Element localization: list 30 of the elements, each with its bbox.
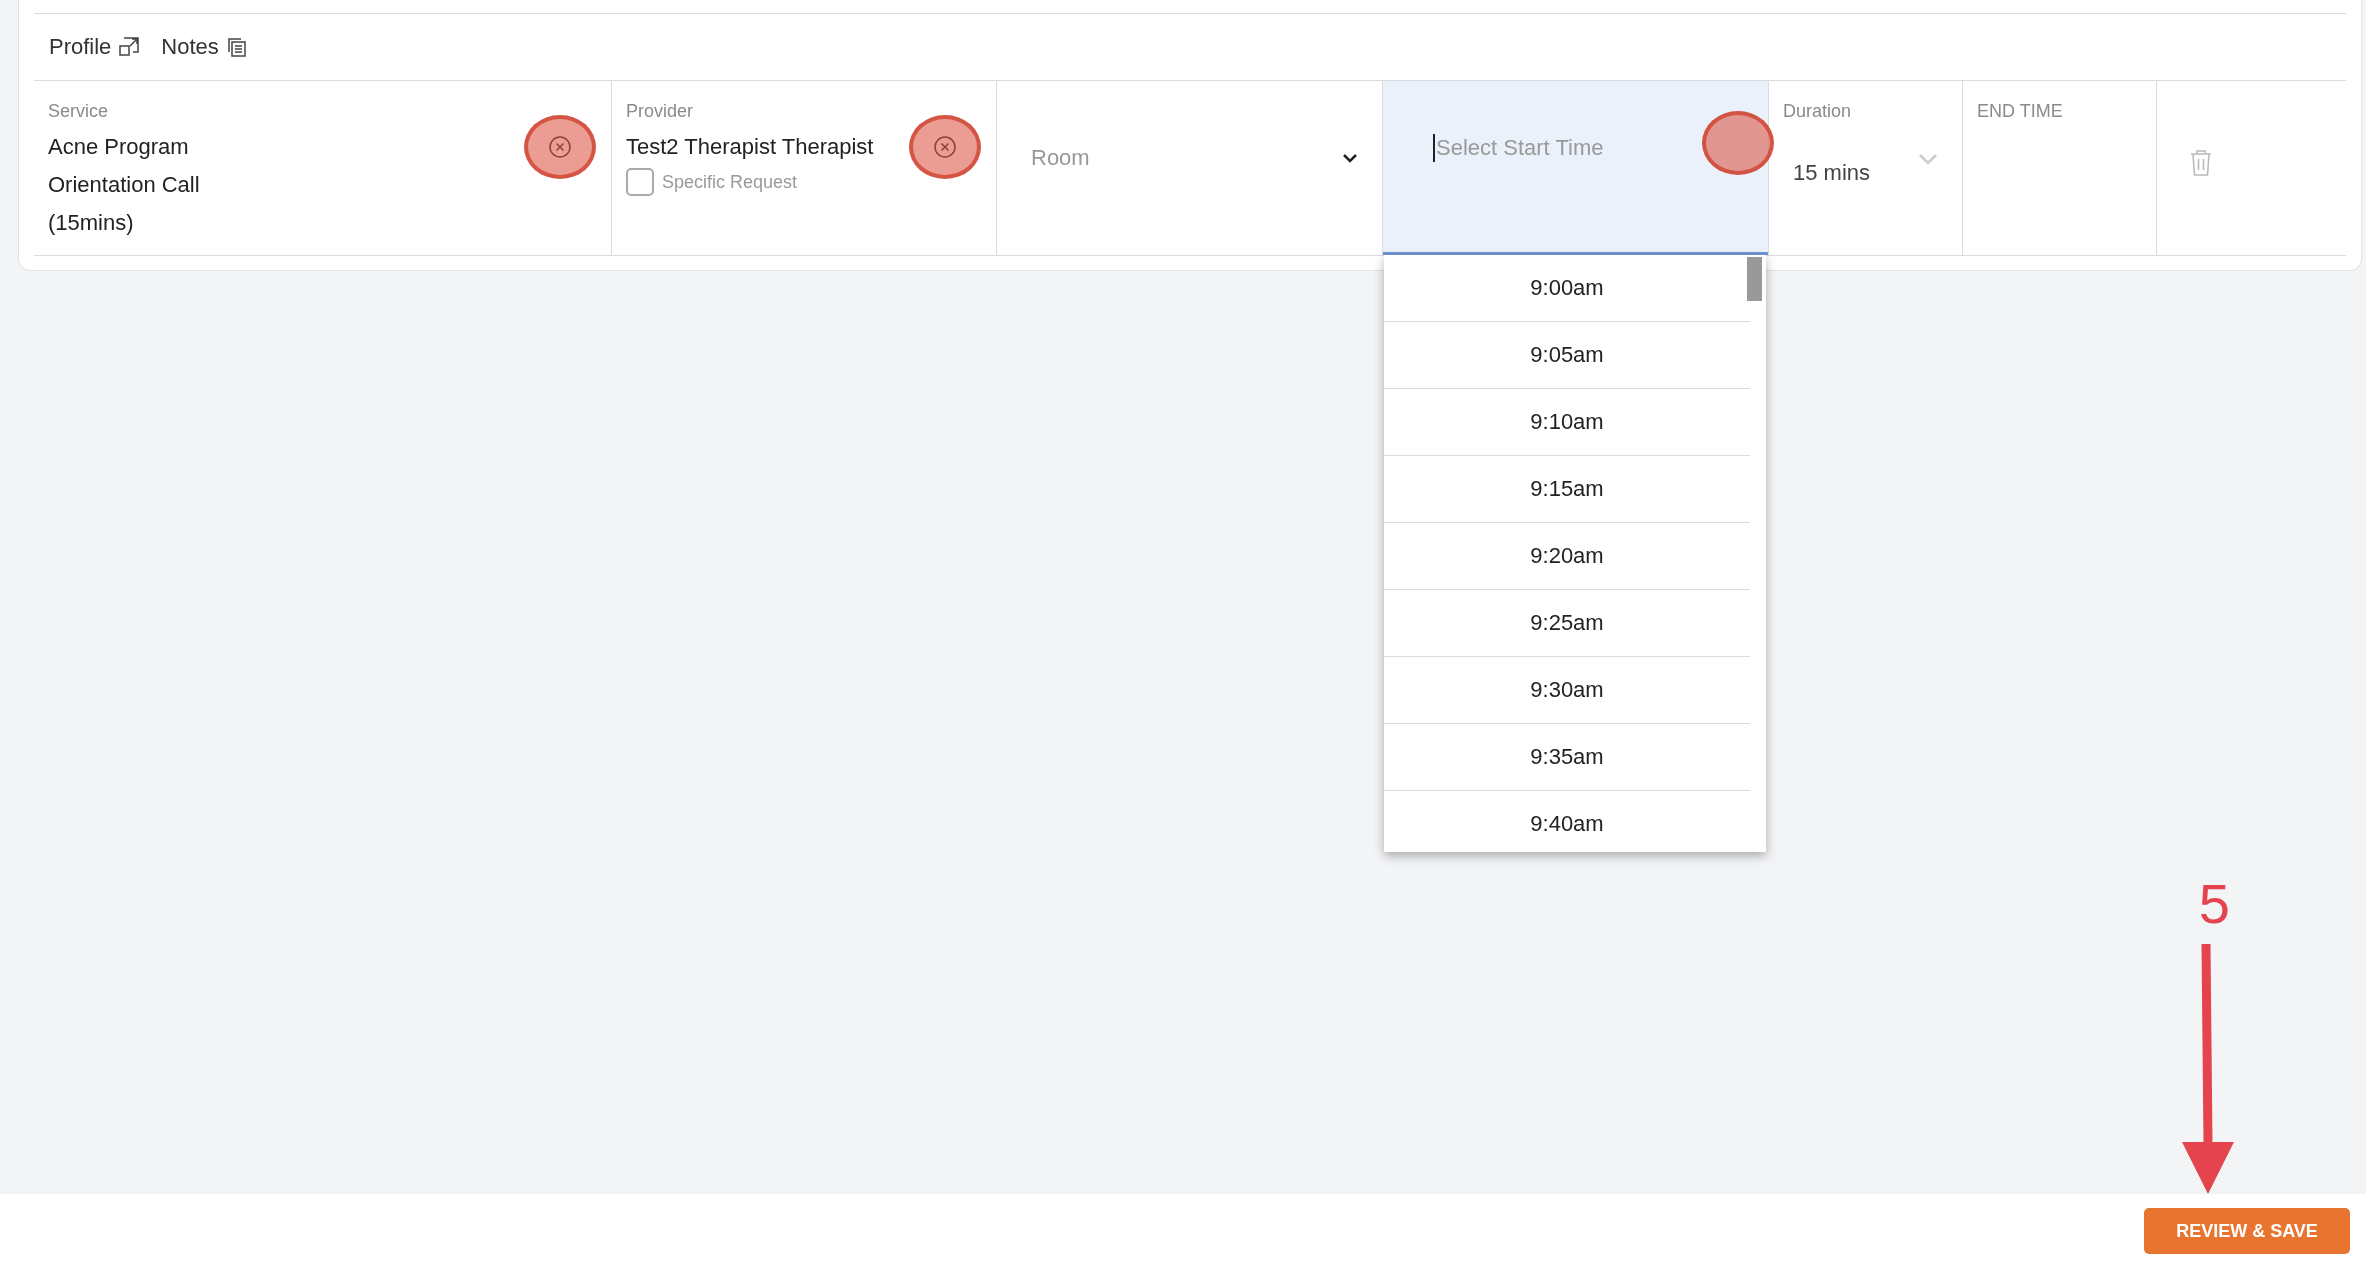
toolbar-link[interactable]: Notes: [161, 34, 247, 60]
service-name: Orientation Call: [48, 171, 200, 199]
time-option[interactable]: 9:25am: [1384, 590, 1750, 657]
time-option[interactable]: 9:20am: [1384, 523, 1750, 590]
checkbox[interactable]: [626, 168, 654, 196]
time-option[interactable]: 9:30am: [1384, 657, 1750, 724]
field-label: Duration: [1783, 101, 1853, 122]
service-name: Acne Program: [48, 133, 189, 161]
copy-icon: [226, 37, 247, 57]
clear-icon: [548, 135, 572, 159]
field-label: Service: [48, 101, 110, 122]
field-label: END TIME: [1977, 101, 2064, 122]
step-number: 5: [2198, 876, 2230, 932]
service-name: (15mins): [48, 209, 134, 237]
time-option[interactable]: 9:05am: [1384, 322, 1750, 389]
clear-icon: [933, 135, 957, 159]
trash-icon[interactable]: [2189, 149, 2213, 177]
time-option[interactable]: 9:40am: [1384, 791, 1750, 852]
scrollbar-thumb[interactable]: [1747, 257, 1762, 301]
external-link-icon: [119, 37, 140, 57]
time-option[interactable]: 9:10am: [1384, 389, 1750, 456]
checkbox-label: Specific Request: [662, 171, 798, 193]
toolbar-link[interactable]: Profile: [49, 34, 140, 60]
field-label: Provider: [626, 101, 695, 122]
time-option[interactable]: 9:15am: [1384, 456, 1750, 523]
chevron-down-icon: [1918, 153, 1938, 165]
time-option[interactable]: 9:35am: [1384, 724, 1750, 791]
duration-value: 15 mins: [1793, 160, 1871, 186]
provider-name: Test2 Therapist Therapist: [626, 133, 874, 161]
chevron-down-icon: [1342, 153, 1358, 163]
